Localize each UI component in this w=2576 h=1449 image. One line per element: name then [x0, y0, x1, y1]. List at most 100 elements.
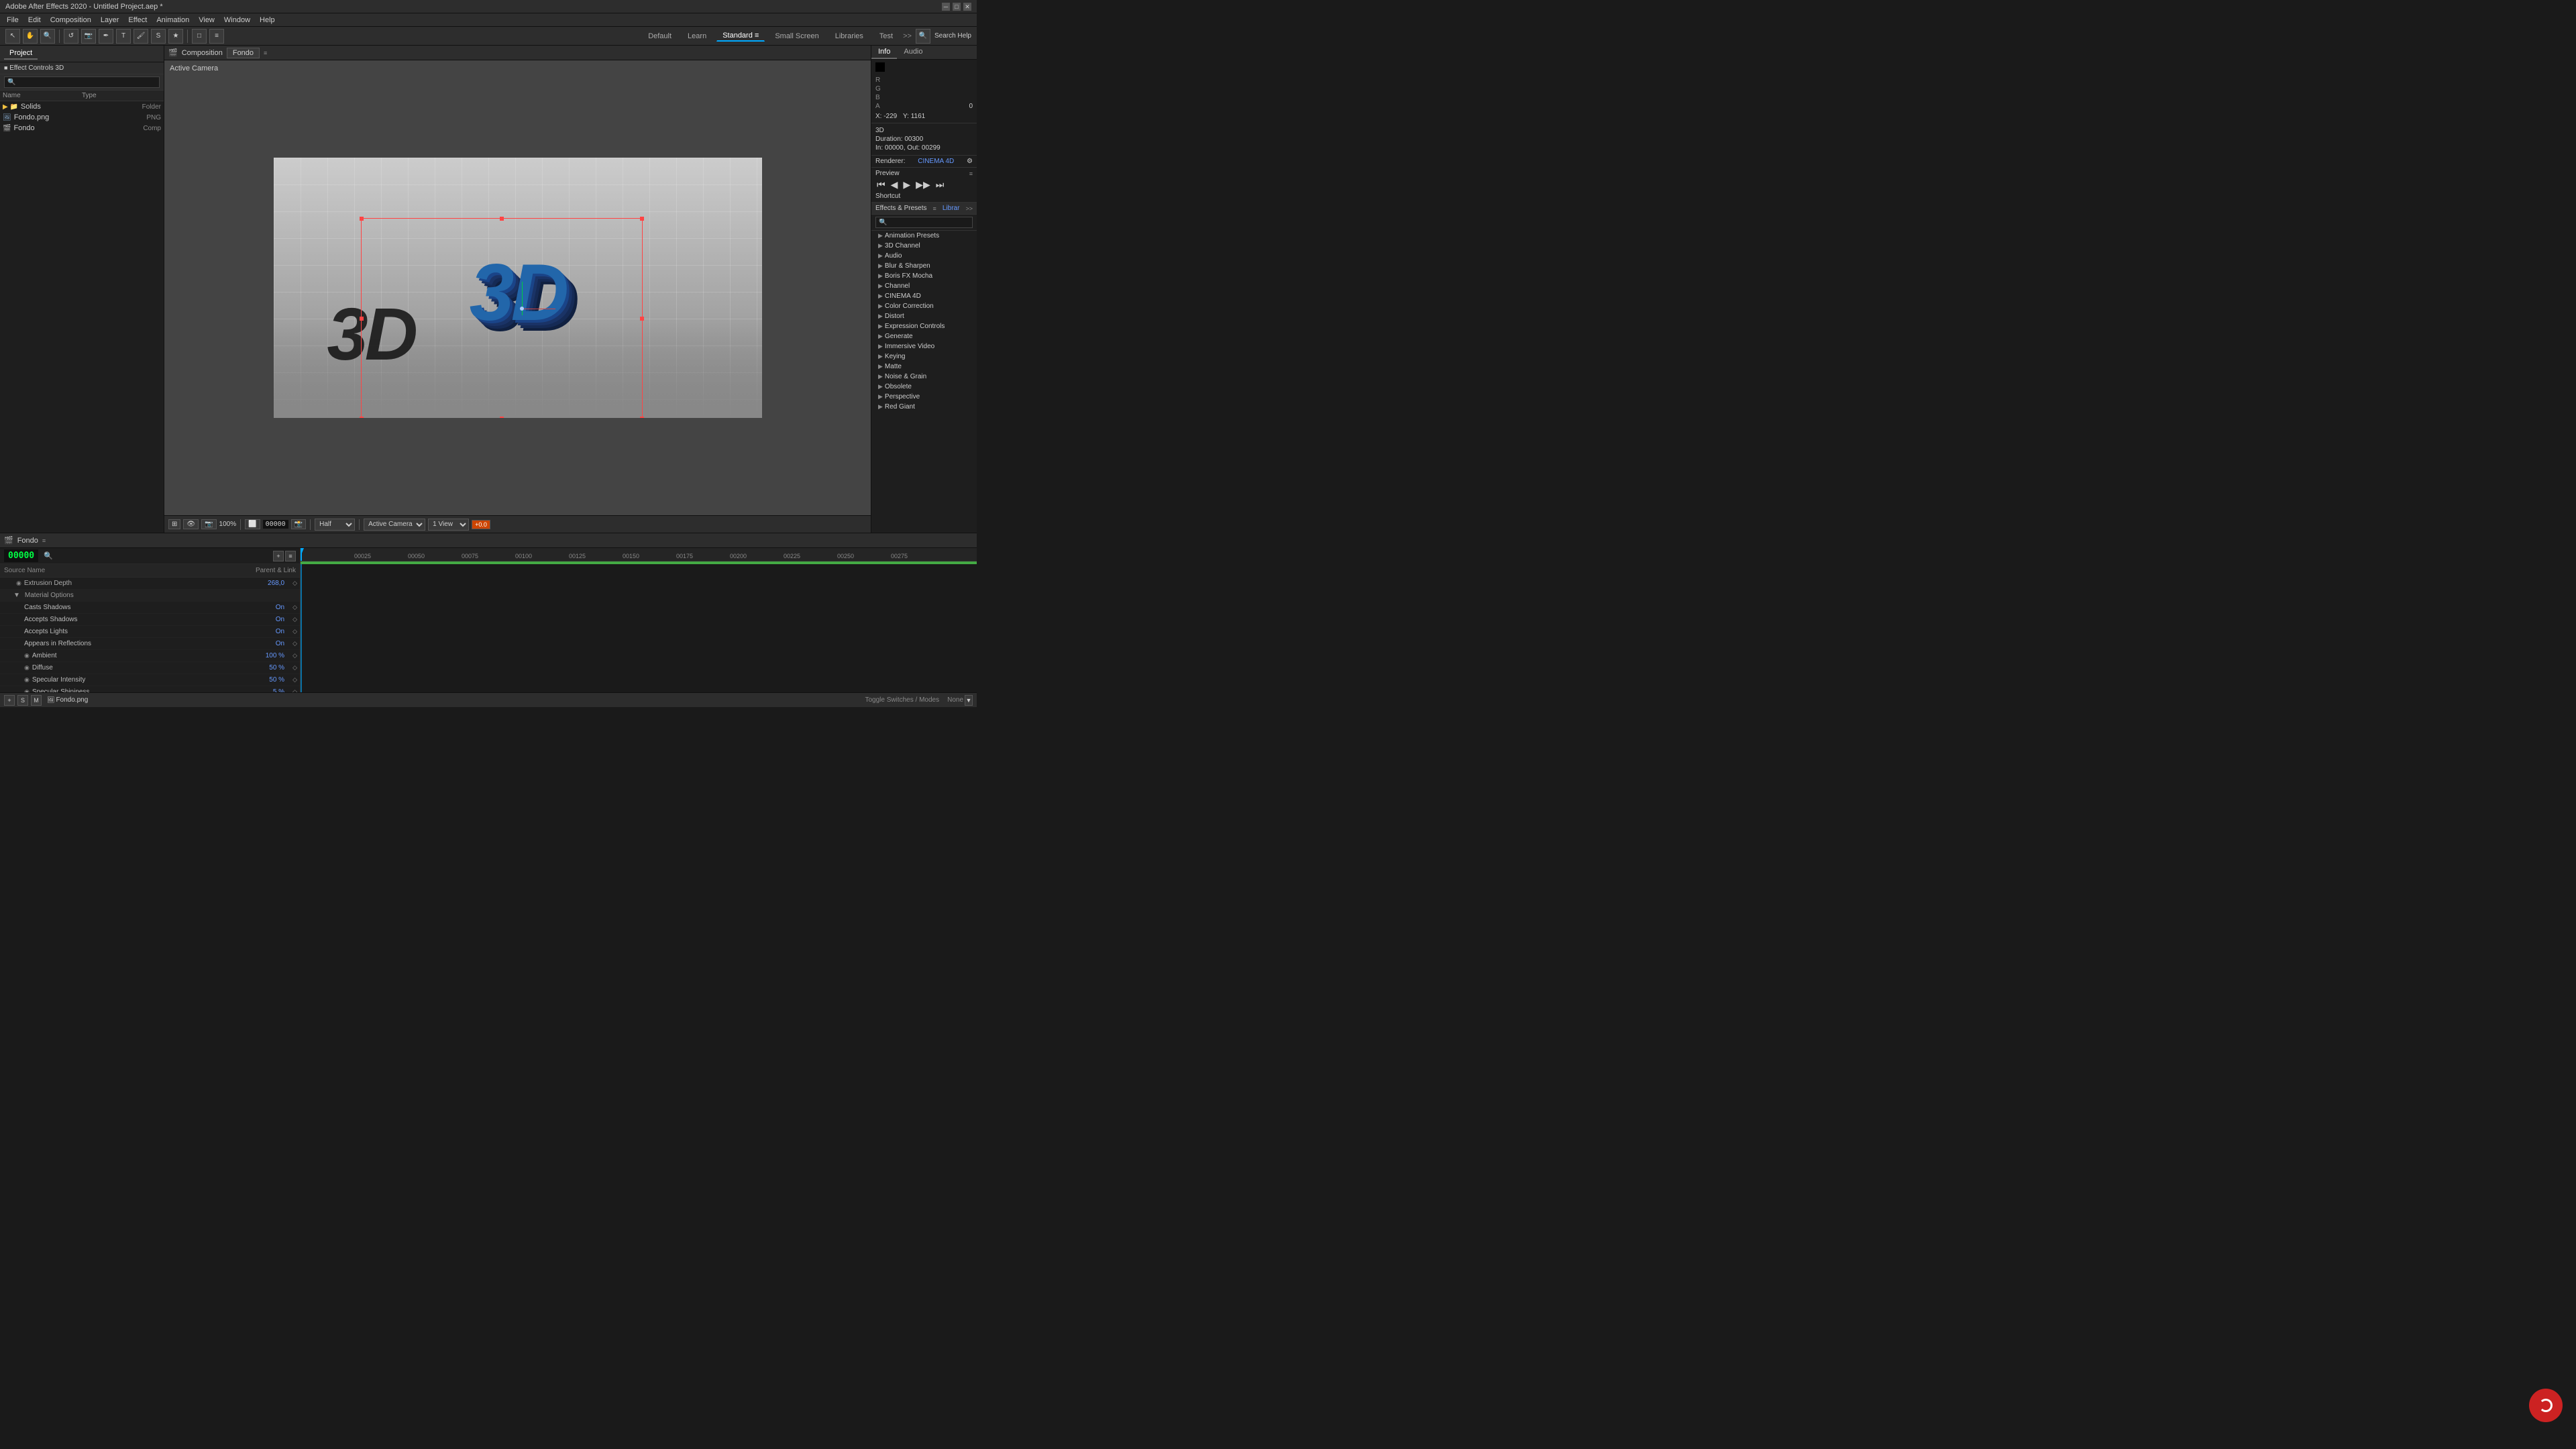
accepts-lights-value[interactable]: On — [256, 628, 290, 635]
stopwatch-ambient[interactable]: ◉ — [24, 652, 30, 659]
preview-prev-frame[interactable]: ◀ — [890, 179, 900, 191]
menu-window[interactable]: Window — [220, 15, 254, 25]
grid-btn[interactable]: ⊞ — [168, 519, 180, 529]
puppet-tool[interactable]: ★ — [168, 29, 183, 44]
toggle-switches[interactable]: Toggle Switches / Modes — [865, 696, 939, 704]
effect-red-giant[interactable]: ▶ Red Giant — [871, 402, 977, 412]
workspace-libraries[interactable]: Libraries — [829, 31, 869, 42]
preview-next-frame[interactable]: ▶▶ — [914, 179, 932, 191]
search-help[interactable]: Search Help — [934, 32, 971, 40]
menu-view[interactable]: View — [195, 15, 219, 25]
casts-shadows-value[interactable]: On — [256, 604, 290, 611]
appears-reflections-value[interactable]: On — [256, 640, 290, 647]
floating-record-button[interactable] — [2529, 1389, 2563, 1422]
effect-boris-fx[interactable]: ▶ Boris FX Mocha — [871, 271, 977, 281]
effect-keying[interactable]: ▶ Keying — [871, 352, 977, 362]
tab-audio[interactable]: Audio — [897, 46, 929, 59]
effect-channel[interactable]: ▶ Channel — [871, 281, 977, 291]
text-tool[interactable]: T — [116, 29, 131, 44]
material-options-arrow[interactable]: ▼ — [13, 592, 20, 599]
library-label[interactable]: Librar — [943, 205, 960, 212]
stopwatch-diffuse[interactable]: ◉ — [24, 664, 30, 672]
stopwatch-icon[interactable]: ◉ — [16, 580, 21, 587]
effect-cinema4d[interactable]: ▶ CINEMA 4D — [871, 291, 977, 301]
none-dropdown[interactable]: ▼ — [965, 695, 973, 706]
frame-btn[interactable]: ⬜ — [245, 519, 260, 529]
specular-intensity-value[interactable]: 50 % — [256, 676, 290, 684]
stopwatch-spec-int[interactable]: ◉ — [24, 676, 30, 684]
effects-search-input[interactable] — [875, 217, 973, 228]
accepts-shadows-value[interactable]: On — [256, 616, 290, 623]
timecode-display[interactable]: 00000 — [263, 520, 288, 529]
effect-animation-presets[interactable]: ▶ Animation Presets — [871, 231, 977, 241]
menu-composition[interactable]: Composition — [46, 15, 95, 25]
project-search-input[interactable] — [4, 76, 160, 88]
pen-tool[interactable]: ✒ — [99, 29, 113, 44]
zoom-display[interactable]: 100% — [219, 521, 237, 528]
search-btn[interactable]: 🔍 — [916, 29, 930, 44]
shape-tool[interactable]: □ — [192, 29, 207, 44]
tab-info[interactable]: Info — [871, 46, 897, 59]
effect-immersive-video[interactable]: ▶ Immersive Video — [871, 341, 977, 352]
effects-expand[interactable]: >> — [965, 205, 973, 212]
tl-settings-btn[interactable]: ≡ — [285, 551, 296, 561]
project-item-solids[interactable]: ▶ 📁 Solids Folder — [0, 101, 164, 112]
mute-btn[interactable]: M — [31, 695, 42, 706]
comp-tab-menu[interactable]: ≡ — [264, 50, 267, 56]
workspace-standard[interactable]: Standard ≡ — [716, 30, 765, 42]
effect-distort[interactable]: ▶ Distort — [871, 311, 977, 321]
project-item-fondo[interactable]: 🎬 Fondo Comp — [0, 123, 164, 133]
menu-file[interactable]: File — [3, 15, 23, 25]
camera-select[interactable]: Active Camera — [364, 519, 425, 531]
render-btn[interactable]: +0.0 — [472, 520, 490, 529]
close-button[interactable]: ✕ — [963, 3, 971, 11]
layout-select[interactable]: 1 View 2 Views 4 Views — [428, 519, 469, 531]
effect-obsolete[interactable]: ▶ Obsolete — [871, 382, 977, 392]
comp-tab-fondo[interactable]: Fondo — [227, 48, 260, 58]
effect-blur-sharpen[interactable]: ▶ Blur & Sharpen — [871, 261, 977, 271]
select-tool[interactable]: ↖ — [5, 29, 20, 44]
preview-first-frame[interactable]: ⏮ — [875, 179, 887, 191]
clone-tool[interactable]: S — [151, 29, 166, 44]
workspace-more[interactable]: >> — [903, 32, 912, 40]
brush-tool[interactable]: 🖌 — [133, 29, 148, 44]
effect-noise-grain[interactable]: ▶ Noise & Grain — [871, 372, 977, 382]
quality-select[interactable]: Half Full Quarter — [315, 519, 355, 531]
solo-btn[interactable]: S — [17, 695, 28, 706]
effect-perspective[interactable]: ▶ Perspective — [871, 392, 977, 402]
effects-menu[interactable]: ≡ — [933, 205, 936, 212]
effect-generate[interactable]: ▶ Generate — [871, 331, 977, 341]
preview-menu[interactable]: ≡ — [969, 170, 973, 177]
renderer-settings-icon[interactable]: ⚙ — [967, 158, 973, 165]
maximize-button[interactable]: □ — [953, 3, 961, 11]
snapshot-btn[interactable]: 📸 — [291, 519, 306, 529]
effect-color-correction[interactable]: ▶ Color Correction — [871, 301, 977, 311]
menu-effect[interactable]: Effect — [124, 15, 151, 25]
effect-expression-controls[interactable]: ▶ Expression Controls — [871, 321, 977, 331]
minimize-button[interactable]: ─ — [942, 3, 950, 11]
preview-last-frame[interactable]: ⏭ — [934, 179, 946, 191]
menu-edit[interactable]: Edit — [24, 15, 45, 25]
preview-play[interactable]: ▶ — [902, 179, 912, 191]
diffuse-value[interactable]: 50 % — [256, 664, 290, 672]
camera-btn[interactable]: 📷 — [201, 519, 216, 529]
project-item-fondo-png[interactable]: 🖼 Fondo.png PNG — [0, 112, 164, 123]
tl-new-layer-btn[interactable]: + — [273, 551, 284, 561]
comp-viewport[interactable]: Active Camera 3D 3D — [164, 60, 871, 515]
effect-3d-channel[interactable]: ▶ 3D Channel — [871, 241, 977, 251]
camera-tool[interactable]: 📷 — [81, 29, 96, 44]
workspace-default[interactable]: Default — [642, 31, 678, 42]
tl-search-btn[interactable]: 🔍 — [44, 551, 53, 560]
add-layer-btn[interactable]: + — [4, 695, 15, 706]
align-tool[interactable]: ≡ — [209, 29, 224, 44]
menu-animation[interactable]: Animation — [152, 15, 193, 25]
effect-matte[interactable]: ▶ Matte — [871, 362, 977, 372]
tl-timecode[interactable]: 00000 — [4, 549, 38, 562]
view-btn[interactable]: 👁 — [183, 519, 199, 529]
extrusion-depth-value[interactable]: 268,0 — [256, 580, 290, 587]
tl-menu[interactable]: ≡ — [42, 537, 46, 544]
hand-tool[interactable]: ✋ — [23, 29, 38, 44]
tab-project[interactable]: Project — [4, 48, 38, 60]
ambient-value[interactable]: 100 % — [256, 652, 290, 659]
workspace-test[interactable]: Test — [873, 31, 899, 42]
